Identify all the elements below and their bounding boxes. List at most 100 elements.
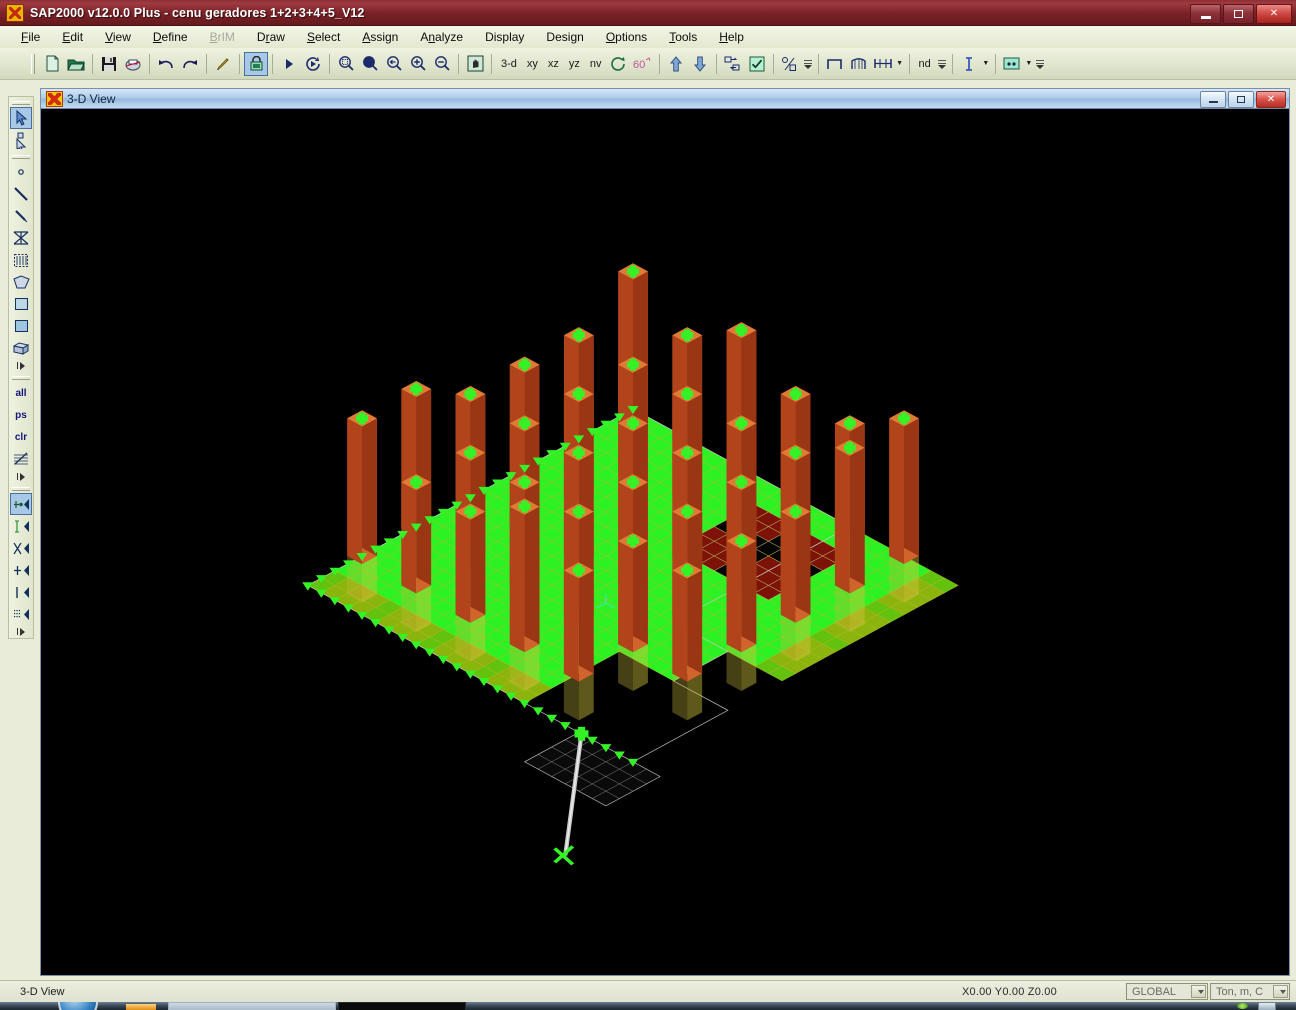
show-text-dropdown[interactable]: ▼ — [981, 53, 991, 75]
menu-analyze[interactable]: Analyze — [409, 28, 474, 46]
menu-display[interactable]: Display — [474, 28, 535, 46]
three-d-model-canvas[interactable] — [41, 109, 1289, 975]
toolbar-grip[interactable] — [29, 51, 37, 77]
toolbar-overflow-button-2[interactable] — [936, 51, 948, 77]
redo-button[interactable] — [178, 52, 202, 76]
side-toolbar-grip-select[interactable] — [12, 374, 30, 381]
show-forces-dropdown[interactable]: ▼ — [895, 53, 905, 75]
select-previous-button[interactable]: ps — [10, 404, 32, 426]
restore-button[interactable] — [1223, 4, 1254, 24]
close-button[interactable]: ✕ — [1256, 4, 1292, 24]
section-cut-dropdown[interactable]: ▼ — [1024, 53, 1034, 75]
clear-selection-button[interactable]: clr — [10, 426, 32, 448]
menu-edit[interactable]: Edit — [51, 28, 94, 46]
show-nd-button[interactable]: nd — [914, 58, 936, 70]
view-xy-button[interactable]: xy — [522, 58, 543, 70]
set-display-options-button[interactable] — [721, 52, 745, 76]
set-select-mode-button[interactable] — [10, 107, 32, 129]
perspective-toggle-button[interactable] — [607, 52, 631, 76]
menu-select[interactable]: Select — [296, 28, 351, 46]
view-nv-button[interactable]: nv — [585, 58, 607, 70]
show-deformed-shape-button[interactable] — [847, 52, 871, 76]
menu-file[interactable]: File — [10, 28, 51, 46]
run-design-button[interactable] — [301, 52, 325, 76]
chevron-down-icon[interactable] — [1191, 985, 1206, 998]
lock-unlock-model-button[interactable] — [244, 51, 268, 76]
restore-full-view-button[interactable] — [358, 52, 382, 76]
view-yz-button[interactable]: yz — [564, 58, 585, 70]
chevron-down-icon[interactable] — [1273, 985, 1288, 998]
draw-frame-cable-button[interactable] — [10, 183, 32, 205]
refresh-window-button[interactable] — [211, 52, 235, 76]
save-button[interactable] — [97, 52, 121, 76]
three-d-view-title-bar[interactable]: 3-D View ✕ — [41, 89, 1289, 109]
draw-group-expand-button[interactable] — [10, 359, 32, 372]
snap-to-intersections-button[interactable] — [10, 537, 32, 559]
menu-view[interactable]: View — [94, 28, 142, 46]
zoom-in-one-step-button[interactable] — [406, 52, 430, 76]
menu-assign[interactable]: Assign — [351, 28, 409, 46]
minimize-button[interactable] — [1190, 4, 1221, 24]
select-group-expand-button[interactable] — [10, 470, 32, 483]
menu-options[interactable]: Options — [595, 28, 658, 46]
draw-point-object-button[interactable] — [10, 161, 32, 183]
menu-draw[interactable]: Draw — [246, 28, 296, 46]
coordinate-system-select[interactable]: GLOBAL — [1126, 983, 1208, 1000]
three-d-view-minimize-button[interactable] — [1200, 91, 1226, 108]
undo-button[interactable] — [154, 52, 178, 76]
section-cut-button[interactable] — [1000, 52, 1024, 76]
draw-rectangular-area-button[interactable] — [10, 293, 32, 315]
menu-tools[interactable]: Tools — [658, 28, 708, 46]
tray-status-icon[interactable] — [1237, 1003, 1248, 1009]
side-toolbar-grip-draw[interactable] — [12, 99, 30, 106]
new-file-button[interactable] — [40, 52, 64, 76]
snap-to-fine-grid-button[interactable] — [10, 603, 32, 625]
zoom-out-one-step-button[interactable] — [430, 52, 454, 76]
quick-draw-braces-button[interactable] — [10, 227, 32, 249]
draw-poly-area-button[interactable] — [10, 271, 32, 293]
units-select[interactable]: Ton, m, C — [1210, 983, 1290, 1000]
quick-draw-secondary-beams-button[interactable] — [10, 249, 32, 271]
menu-help[interactable]: Help — [708, 28, 755, 46]
select-all-button[interactable]: all — [10, 382, 32, 404]
toolbar-overflow-button[interactable] — [802, 51, 814, 77]
tray-network-icon[interactable] — [1258, 1002, 1276, 1010]
windows-start-icon[interactable] — [58, 1002, 98, 1010]
clear-selection-label: clr — [14, 431, 28, 443]
taskbar-pinned-item[interactable] — [126, 1004, 156, 1010]
assign-check-button[interactable] — [745, 52, 769, 76]
select-by-intersecting-line-button[interactable] — [10, 448, 32, 470]
menu-define[interactable]: Define — [142, 28, 199, 46]
snap-group-expand-button[interactable] — [10, 625, 32, 638]
toolbar-overflow-button-3[interactable] — [1034, 51, 1046, 77]
snap-to-line-end-midpoint-button[interactable] — [10, 515, 32, 537]
show-forces-diagram-button[interactable] — [871, 52, 895, 76]
pan-button[interactable] — [463, 52, 487, 76]
run-analysis-button[interactable] — [277, 52, 301, 76]
reshape-object-button[interactable] — [10, 129, 32, 151]
snap-to-line-button[interactable] — [10, 581, 32, 603]
three-d-view-restore-button[interactable] — [1228, 91, 1254, 108]
open-file-button[interactable] — [64, 52, 88, 76]
rubber-band-zoom-button[interactable] — [334, 52, 358, 76]
show-undeformed-shape-button[interactable] — [823, 52, 847, 76]
object-shrink-button[interactable]: 60 — [631, 52, 655, 76]
snap-to-point-button[interactable] — [10, 493, 32, 515]
snap-to-perpendicular-button[interactable] — [10, 559, 32, 581]
taskbar-window-button-active[interactable] — [338, 1002, 466, 1010]
move-up-in-list-button[interactable] — [664, 52, 688, 76]
quick-draw-frame-button[interactable] — [10, 205, 32, 227]
side-toolbar-grip-snap[interactable] — [12, 485, 30, 492]
view-xz-button[interactable]: xz — [543, 58, 564, 70]
taskbar-window-button[interactable] — [168, 1002, 336, 1010]
draw-solid-cube-button[interactable] — [10, 337, 32, 359]
print-button[interactable] — [121, 52, 145, 76]
show-text-button[interactable] — [957, 52, 981, 76]
view-3d-button[interactable]: 3-d — [496, 58, 522, 70]
previous-zoom-button[interactable] — [382, 52, 406, 76]
menu-design[interactable]: Design — [535, 28, 594, 46]
three-d-view-close-button[interactable]: ✕ — [1256, 91, 1286, 108]
quick-draw-area-button[interactable] — [10, 315, 32, 337]
scale-ratio-button[interactable] — [778, 52, 802, 76]
move-down-in-list-button[interactable] — [688, 52, 712, 76]
